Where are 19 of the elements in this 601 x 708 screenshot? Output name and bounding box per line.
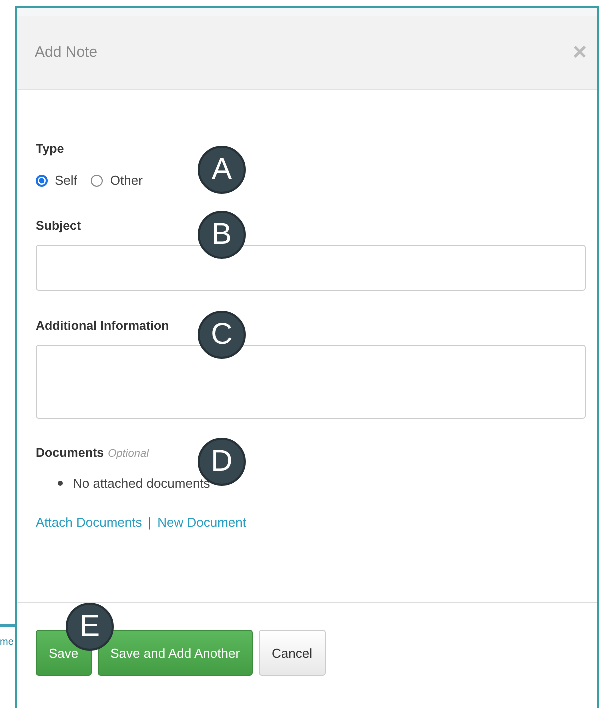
document-link[interactable]: Attach Documents [36, 515, 142, 530]
field-label: Type [36, 142, 64, 156]
radio-option[interactable]: Self [36, 173, 78, 188]
separator: | [148, 515, 152, 530]
field-label: Subject [36, 219, 82, 233]
cancel-button[interactable]: Cancel [259, 630, 326, 676]
bullet-icon [58, 481, 63, 486]
radio-button[interactable] [91, 174, 104, 186]
radio-option[interactable]: Other [91, 173, 143, 188]
document-link[interactable]: New Document [158, 515, 246, 530]
subject-input[interactable] [36, 245, 586, 291]
field-label: Additional Information [36, 319, 170, 333]
dialog-title: Add Note [35, 44, 98, 61]
close-icon[interactable]: × [572, 38, 587, 66]
optional-hint: Optional [108, 448, 150, 460]
save-button[interactable]: Save and Add Another [98, 630, 254, 676]
field-label: Documents [36, 446, 104, 460]
cut-off-text: me [0, 637, 14, 648]
radio-button[interactable] [36, 174, 48, 186]
